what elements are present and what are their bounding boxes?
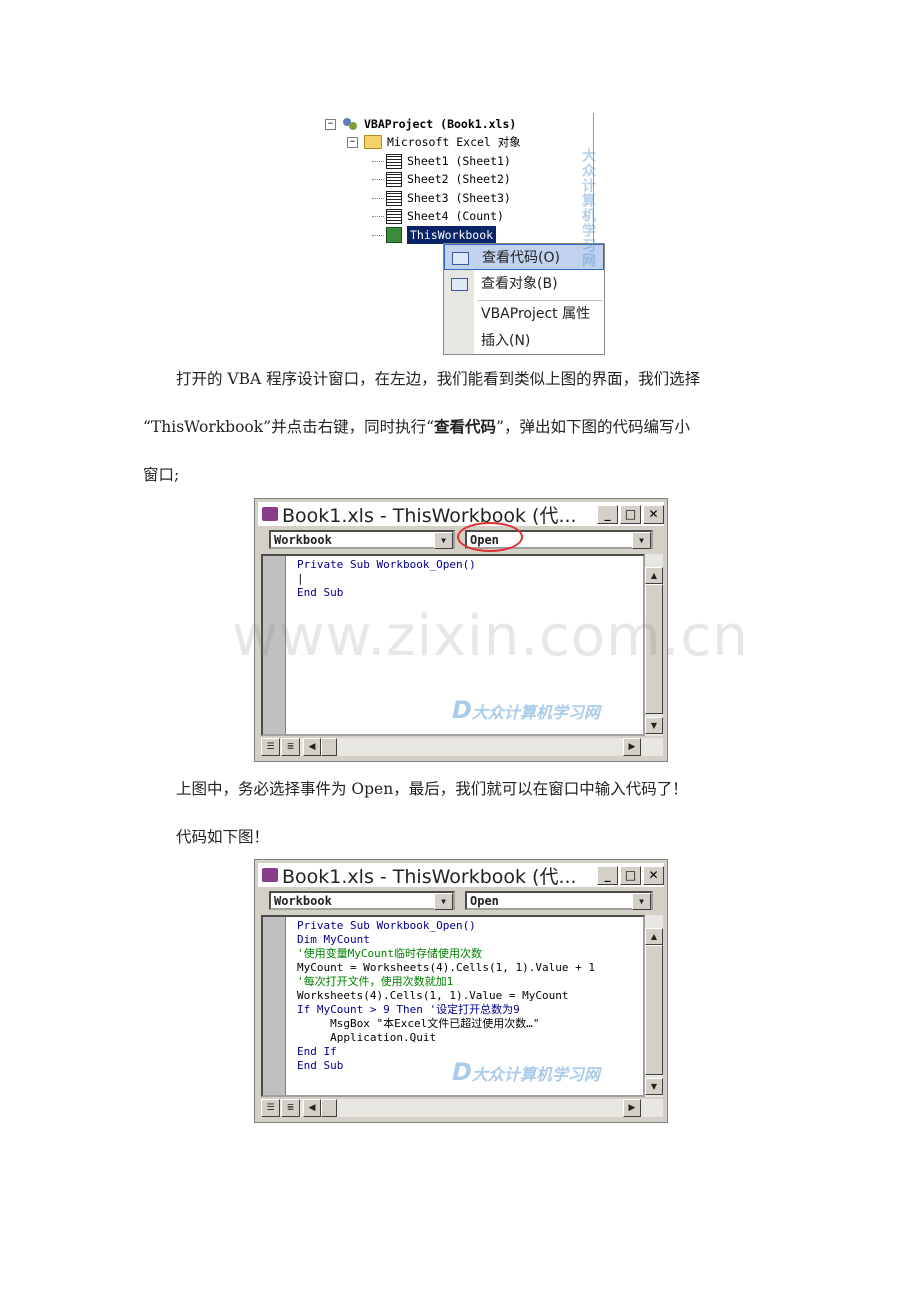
workbook-icon <box>386 227 402 243</box>
chevron-down-icon[interactable]: ▼ <box>434 893 453 910</box>
paragraph-1: 打开的 VBA 程序设计窗口，在左边，我们能看到类似上图的界面，我们选择 <box>176 370 701 388</box>
watermark-logo: D大众计算机学习网 <box>452 1058 600 1086</box>
sheet-label: Sheet4 (Count) <box>407 209 504 223</box>
code-text: Private Sub Workbook_Open() Dim MyCount … <box>297 919 596 1072</box>
chevron-down-icon[interactable]: ▼ <box>434 532 453 549</box>
scroll-thumb[interactable] <box>645 945 663 1075</box>
scroll-down-button[interactable]: ▼ <box>645 717 663 734</box>
sheet-icon <box>386 190 402 206</box>
chevron-down-icon[interactable]: ▼ <box>632 893 651 910</box>
scroll-up-button[interactable]: ▲ <box>645 928 663 945</box>
sheet-label: Sheet1 (Sheet1) <box>407 154 511 168</box>
collapse-icon[interactable]: − <box>347 136 358 148</box>
window-titlebar: Book1.xls - ThisWorkbook (代... _ □ ✕ <box>258 502 664 527</box>
paragraph-5: 代码如下图！ <box>176 828 270 846</box>
tree-sheet-node[interactable]: Sheet2 (Sheet2) <box>372 170 511 188</box>
scroll-thumb[interactable] <box>321 738 337 756</box>
paragraph-3: 窗口; <box>143 466 180 484</box>
collapse-icon[interactable]: − <box>325 118 336 130</box>
sheet-label: Sheet3 (Sheet3) <box>407 191 511 205</box>
sheet-icon <box>386 153 402 169</box>
close-button[interactable]: ✕ <box>643 865 664 885</box>
code-text: Private Sub Workbook_Open() | End Sub <box>297 558 476 599</box>
tree-sheet-node[interactable]: Sheet4 (Count) <box>372 207 504 225</box>
vertical-scrollbar[interactable]: ▲ ▼ <box>645 915 663 1097</box>
watermark-logo: D大众计算机学习网 <box>452 696 600 724</box>
window-titlebar: Book1.xls - ThisWorkbook (代... _ □ ✕ <box>258 863 664 888</box>
form-object-icon <box>451 278 468 291</box>
highlight-circle <box>457 522 523 552</box>
scroll-right-button[interactable]: ▶ <box>623 1099 641 1117</box>
procedure-view-icon[interactable]: ☰ <box>261 1099 280 1117</box>
tree-folder-node[interactable]: − Microsoft Excel 对象 <box>347 133 521 151</box>
sheet-icon <box>386 171 402 187</box>
scroll-left-button[interactable]: ◀ <box>303 1099 321 1117</box>
vba-app-icon <box>262 507 278 521</box>
paragraph-4: 上图中，务必选择事件为 Open，最后，我们就可以在窗口中输入代码了！ <box>176 780 688 798</box>
vba-project-icon <box>343 118 357 130</box>
window-title: Book1.xls - ThisWorkbook (代... <box>282 504 577 527</box>
object-combo[interactable]: Workbook ▼ <box>269 891 455 910</box>
vba-app-icon <box>262 868 278 882</box>
sheet-icon <box>386 208 402 224</box>
maximize-button[interactable]: □ <box>620 504 641 524</box>
horizontal-scrollbar[interactable]: ☰ ≣ ◀ ▶ <box>261 1099 663 1117</box>
window-title: Book1.xls - ThisWorkbook (代... <box>282 865 577 888</box>
procedure-combo[interactable]: Open ▼ <box>465 891 653 910</box>
scroll-left-button[interactable]: ◀ <box>303 738 321 756</box>
watermark-vertical: 大众计算机学习网 <box>580 148 596 268</box>
scroll-thumb[interactable] <box>321 1099 337 1117</box>
procedure-view-icon[interactable]: ☰ <box>261 738 280 756</box>
scroll-right-button[interactable]: ▶ <box>623 738 641 756</box>
paragraph-2: “ThisWorkbook”并点击右键，同时执行“查看代码”，弹出如下图的代码编… <box>143 417 690 436</box>
scroll-up-button[interactable]: ▲ <box>645 567 663 584</box>
close-button[interactable]: ✕ <box>643 504 664 524</box>
full-module-view-icon[interactable]: ≣ <box>281 1099 300 1117</box>
watermark-site: www.zixin.com.cn <box>232 604 749 669</box>
maximize-button[interactable]: □ <box>620 865 641 885</box>
tree-project-node[interactable]: − VBAProject (Book1.xls) <box>325 115 516 133</box>
object-combo[interactable]: Workbook ▼ <box>269 530 455 549</box>
tree-thisworkbook-node[interactable]: ThisWorkbook <box>372 226 497 244</box>
full-module-view-icon[interactable]: ≣ <box>281 738 300 756</box>
horizontal-scrollbar[interactable]: ☰ ≣ ◀ ▶ <box>261 738 663 756</box>
margin-indicator-bar <box>263 917 286 1095</box>
tree-sheet-node[interactable]: Sheet3 (Sheet3) <box>372 189 511 207</box>
minimize-button[interactable]: _ <box>597 865 618 885</box>
workbook-label: ThisWorkbook <box>407 226 497 244</box>
sheet-label: Sheet2 (Sheet2) <box>407 172 511 186</box>
code-window-icon <box>452 252 469 265</box>
project-label: VBAProject (Book1.xls) <box>364 117 517 131</box>
folder-icon <box>364 135 382 149</box>
tree-sheet-node[interactable]: Sheet1 (Sheet1) <box>372 152 511 170</box>
chevron-down-icon[interactable]: ▼ <box>632 532 651 549</box>
folder-label: Microsoft Excel 对象 <box>387 135 521 149</box>
minimize-button[interactable]: _ <box>597 504 618 524</box>
scroll-down-button[interactable]: ▼ <box>645 1078 663 1095</box>
